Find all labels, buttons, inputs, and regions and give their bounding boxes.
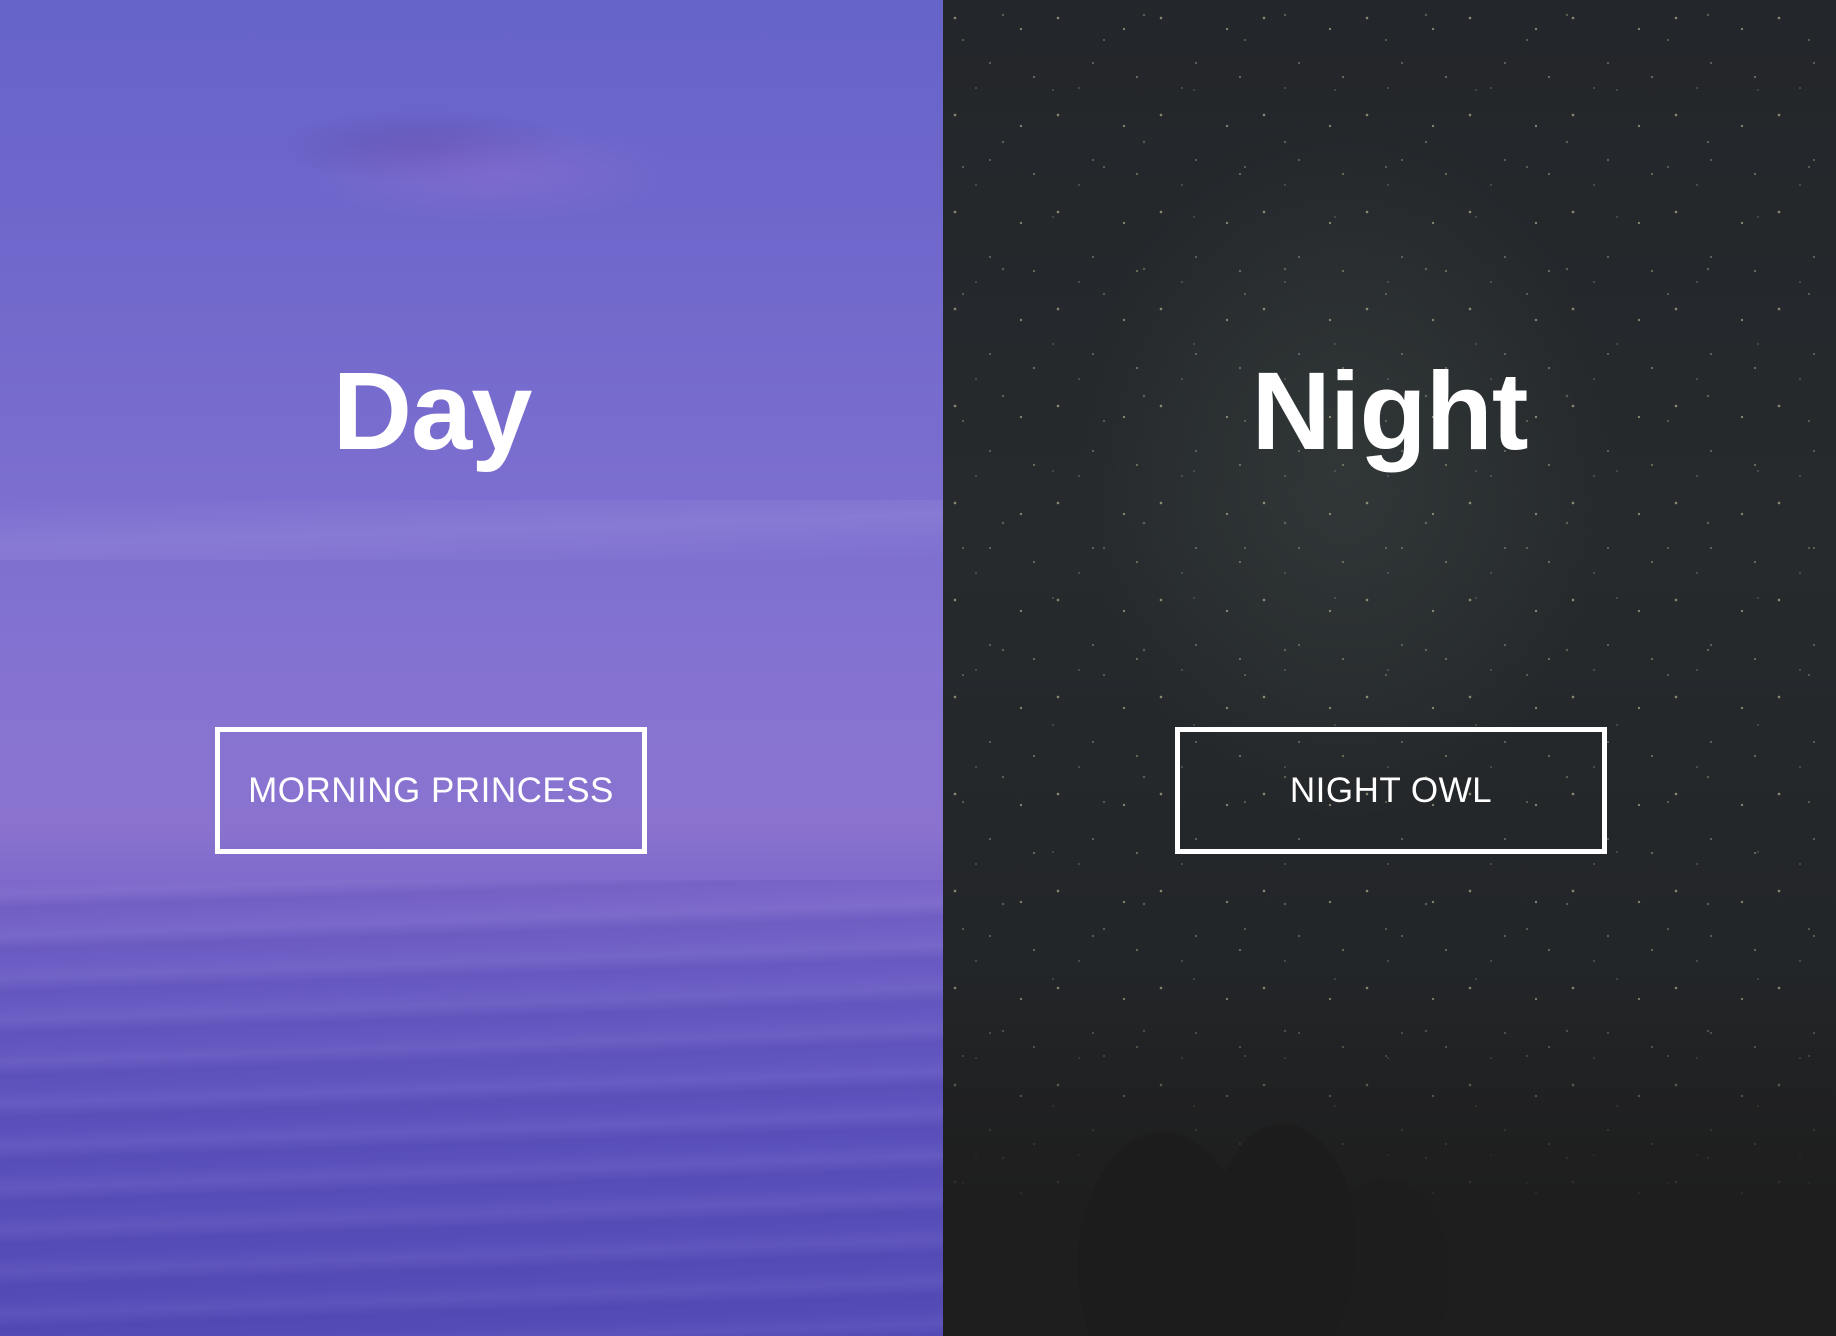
day-panel[interactable]: Day MORNING PRINCESS	[0, 0, 943, 1336]
day-panel-content: Day MORNING PRINCESS	[0, 0, 943, 1336]
day-night-split: Day MORNING PRINCESS Night NIGHT OWL	[0, 0, 1836, 1336]
day-title: Day	[332, 350, 533, 473]
night-owl-button[interactable]: NIGHT OWL	[1175, 727, 1607, 854]
night-panel-content: Night NIGHT OWL	[943, 0, 1836, 1336]
night-panel[interactable]: Night NIGHT OWL	[943, 0, 1836, 1336]
night-title: Night	[1251, 350, 1528, 473]
morning-princess-button[interactable]: MORNING PRINCESS	[215, 727, 647, 854]
